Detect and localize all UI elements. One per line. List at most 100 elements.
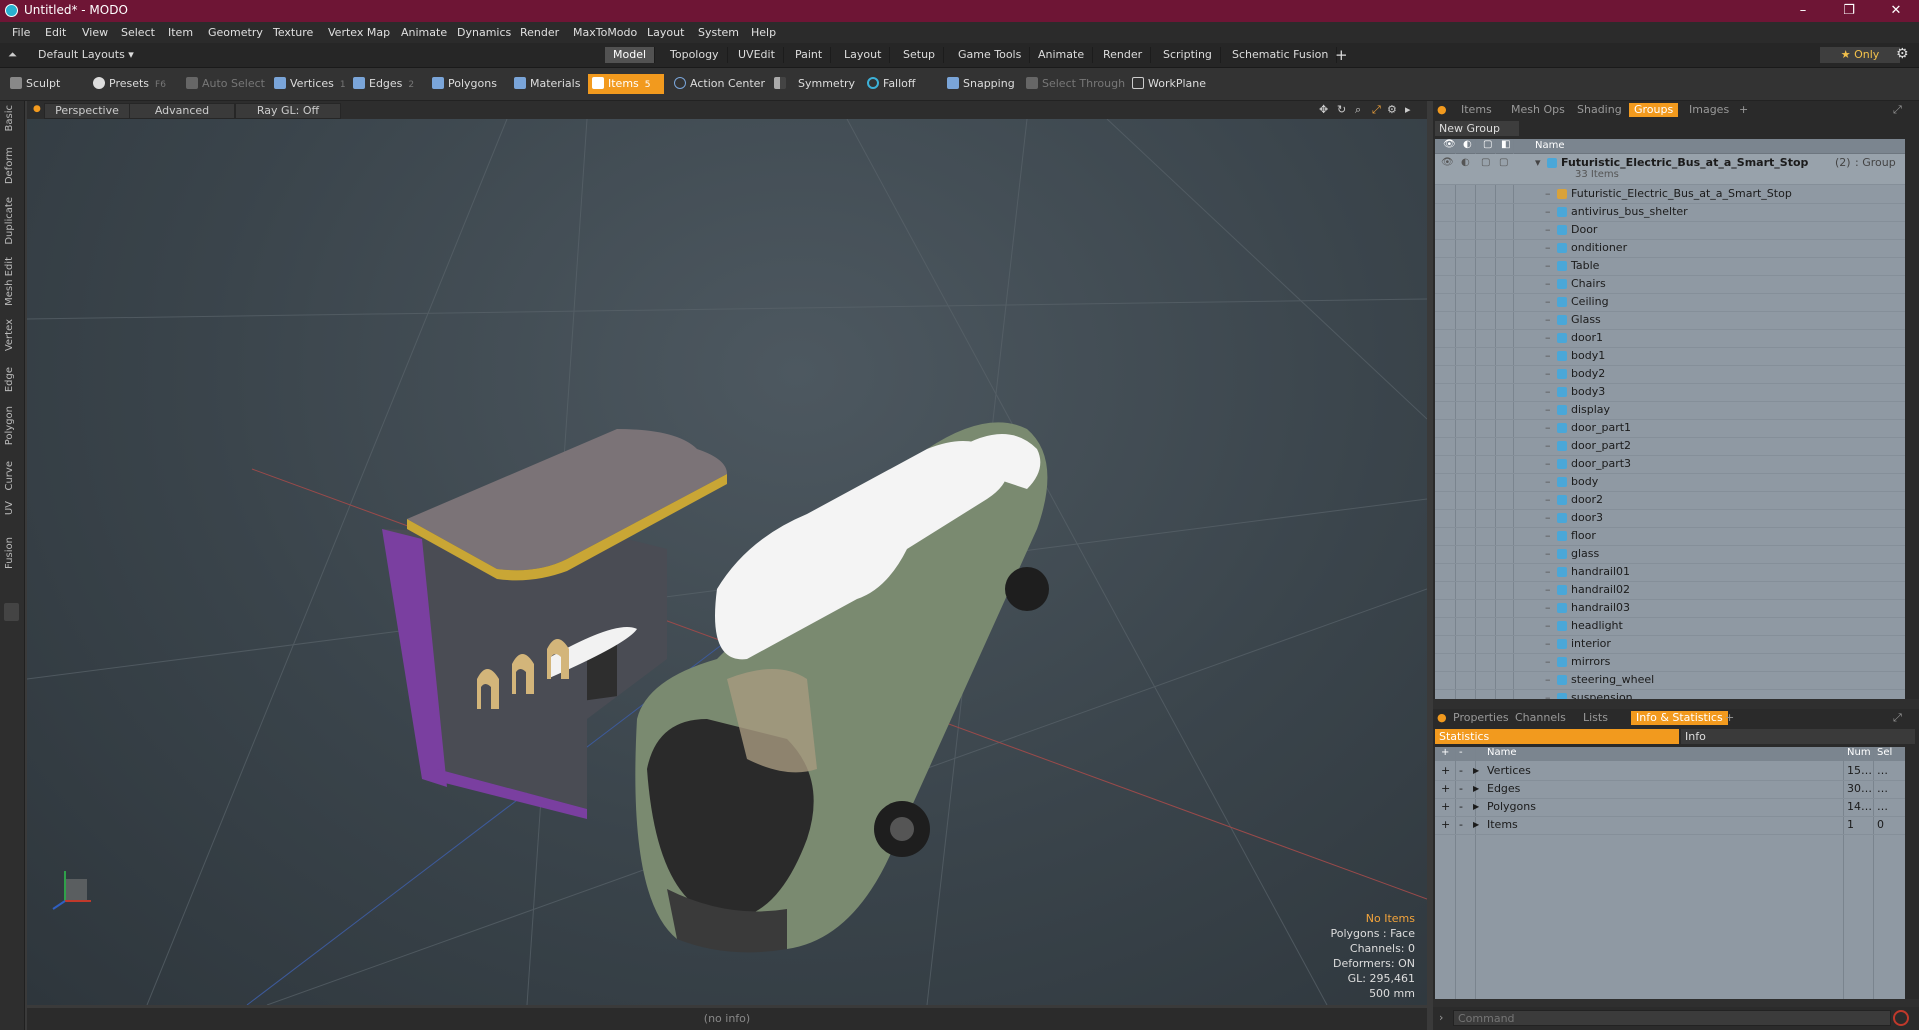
tooltab-basic[interactable]: Basic [4, 105, 15, 131]
menu-vertex-map[interactable]: Vertex Map [328, 26, 390, 39]
tab-game-tools[interactable]: Game Tools [950, 47, 1031, 63]
tree-item[interactable]: – Ceiling [1435, 293, 1905, 312]
add-layout-button[interactable]: + [1335, 46, 1348, 64]
stats-add-button[interactable]: + [1441, 816, 1450, 834]
menu-item[interactable]: Item [168, 26, 193, 39]
stats-row[interactable]: + - ▶ Edges 30…… [1435, 780, 1905, 799]
pan-icon[interactable]: ✥ [1319, 103, 1328, 116]
tab-setup[interactable]: Setup [895, 47, 945, 63]
tree-item[interactable]: – Door [1435, 221, 1905, 240]
tab-lists[interactable]: Lists [1583, 711, 1608, 725]
tab-animate[interactable]: Animate [1030, 47, 1094, 63]
3d-viewport[interactable]: ● Perspective Advanced Ray GL: Off ✥ ↻ ⌕… [27, 101, 1427, 1005]
tooltab-edge[interactable]: Edge [4, 367, 15, 392]
tree-item[interactable]: – handrail01 [1435, 563, 1905, 582]
vertices-button[interactable]: Vertices 1 [274, 74, 346, 94]
close-button[interactable]: ✕ [1873, 0, 1919, 22]
tree-item[interactable]: – body1 [1435, 347, 1905, 366]
menu-help[interactable]: Help [751, 26, 776, 39]
tab-schematic-fusion[interactable]: Schematic Fusion [1224, 47, 1338, 63]
fit-icon[interactable]: ⤢ [1372, 103, 1381, 117]
tooltab-fusion[interactable]: Fusion [4, 537, 15, 569]
minimize-button[interactable]: – [1780, 0, 1826, 22]
tree-item[interactable]: – Chairs [1435, 275, 1905, 294]
tree-item[interactable]: – onditioner [1435, 239, 1905, 258]
stats-remove-button[interactable]: - [1459, 780, 1463, 798]
tree-item[interactable]: – floor [1435, 527, 1905, 546]
stats-remove-button[interactable]: - [1459, 798, 1463, 816]
tree-item[interactable]: – Futuristic_Electric_Bus_at_a_Smart_Stop [1435, 185, 1905, 204]
tab-render[interactable]: Render [1095, 47, 1152, 63]
tree-item[interactable]: – headlight [1435, 617, 1905, 636]
info-tab[interactable]: Info [1681, 729, 1915, 744]
edges-button[interactable]: Edges 2 [353, 74, 414, 94]
tooltab-polygon[interactable]: Polygon [4, 406, 15, 445]
symmetry-button[interactable]: Symmetry [774, 74, 855, 94]
tab-images[interactable]: Images [1689, 103, 1729, 117]
stats-add-button[interactable]: + [1441, 762, 1450, 780]
tab-uvedit[interactable]: UVEdit [730, 47, 784, 63]
tree-item[interactable]: – door2 [1435, 491, 1905, 510]
menu-view[interactable]: View [82, 26, 108, 39]
panel-expand-icon[interactable]: ⤢ [1893, 103, 1902, 117]
menu-file[interactable]: File [12, 26, 30, 39]
expand-arrow-icon[interactable]: ▶ [1473, 816, 1479, 834]
tab-paint[interactable]: Paint [787, 47, 832, 63]
auto-select-button[interactable]: Auto Select [186, 74, 265, 94]
stats-row[interactable]: + - ▶ Polygons 14…… [1435, 798, 1905, 817]
menu-maxtomodo[interactable]: MaxToModo [573, 26, 637, 39]
tree-item[interactable]: – body3 [1435, 383, 1905, 402]
tree-item[interactable]: – body [1435, 473, 1905, 492]
tooltab-deform[interactable]: Deform [4, 147, 15, 184]
tree-item[interactable]: – door1 [1435, 329, 1905, 348]
record-icon[interactable] [1893, 1010, 1909, 1026]
stats-row[interactable]: + - ▶ Items 1 0 [1435, 816, 1905, 835]
stats-add-button[interactable]: + [1441, 798, 1450, 816]
polygons-button[interactable]: Polygons [432, 74, 497, 94]
layout-selector[interactable]: Default Layouts ▾ [38, 48, 134, 61]
tree-item[interactable]: – Table [1435, 257, 1905, 276]
tab-model[interactable]: Model [605, 47, 656, 63]
props-expand-icon[interactable]: ⤢ [1893, 711, 1902, 725]
tree-item[interactable]: – glass [1435, 545, 1905, 564]
tooltab-duplicate[interactable]: Duplicate [4, 197, 15, 245]
command-input[interactable] [1453, 1010, 1891, 1026]
tree-item[interactable]: – door_part2 [1435, 437, 1905, 456]
viewport-menu-icon[interactable]: ● [33, 104, 41, 114]
menu-animate[interactable]: Animate [401, 26, 447, 39]
add-props-tab-button[interactable]: + [1725, 711, 1734, 725]
menu-layout[interactable]: Layout [647, 26, 684, 39]
select-toggle-icon[interactable]: ▢ [1499, 154, 1508, 172]
tab-scripting[interactable]: Scripting [1155, 47, 1221, 63]
falloff-button[interactable]: Falloff [867, 74, 915, 94]
tab-topology[interactable]: Topology [662, 47, 728, 63]
menu-render[interactable]: Render [520, 26, 559, 39]
tooltab-curve[interactable]: Curve [4, 461, 15, 491]
expand-arrow-icon[interactable]: ▶ [1473, 798, 1479, 816]
collapse-icon[interactable]: ▾ [1535, 154, 1541, 172]
panel-menu-icon[interactable]: ● [1437, 103, 1447, 117]
viewport-settings-icon[interactable]: ⚙ [1387, 103, 1397, 116]
tooltab-expand-button[interactable] [4, 603, 19, 621]
tree-item[interactable]: – mirrors [1435, 653, 1905, 672]
render-toggle-icon[interactable]: ◐ [1461, 154, 1470, 172]
presets-button[interactable]: Presets F6 [93, 74, 166, 94]
menu-texture[interactable]: Texture [273, 26, 313, 39]
props-menu-icon[interactable]: ● [1437, 711, 1447, 725]
group-row[interactable]: 👁 ◐ ▢ ▢ ▾ Futuristic_Electric_Bus_at_a_S… [1435, 154, 1905, 185]
new-group-button[interactable]: New Group [1435, 121, 1519, 136]
stats-add-button[interactable]: + [1441, 780, 1450, 798]
materials-button[interactable]: Materials [514, 74, 580, 94]
rotate-icon[interactable]: ↻ [1337, 103, 1346, 116]
expand-arrow-icon[interactable]: ▶ [1473, 780, 1479, 798]
layout-up-icon[interactable]: ⏶ [8, 48, 17, 62]
tree-item[interactable]: – handrail03 [1435, 599, 1905, 618]
add-tab-button[interactable]: + [1739, 103, 1748, 117]
tree-item[interactable]: – door_part3 [1435, 455, 1905, 474]
tab-mesh-ops[interactable]: Mesh Ops [1511, 103, 1565, 117]
gear-icon[interactable]: ⚙ [1896, 46, 1909, 62]
tab-info-statistics[interactable]: Info & Statistics [1631, 711, 1728, 725]
tab-groups[interactable]: Groups [1629, 103, 1679, 117]
sculpt-button[interactable]: Sculpt [10, 74, 60, 94]
workplane-button[interactable]: WorkPlane [1132, 74, 1206, 94]
